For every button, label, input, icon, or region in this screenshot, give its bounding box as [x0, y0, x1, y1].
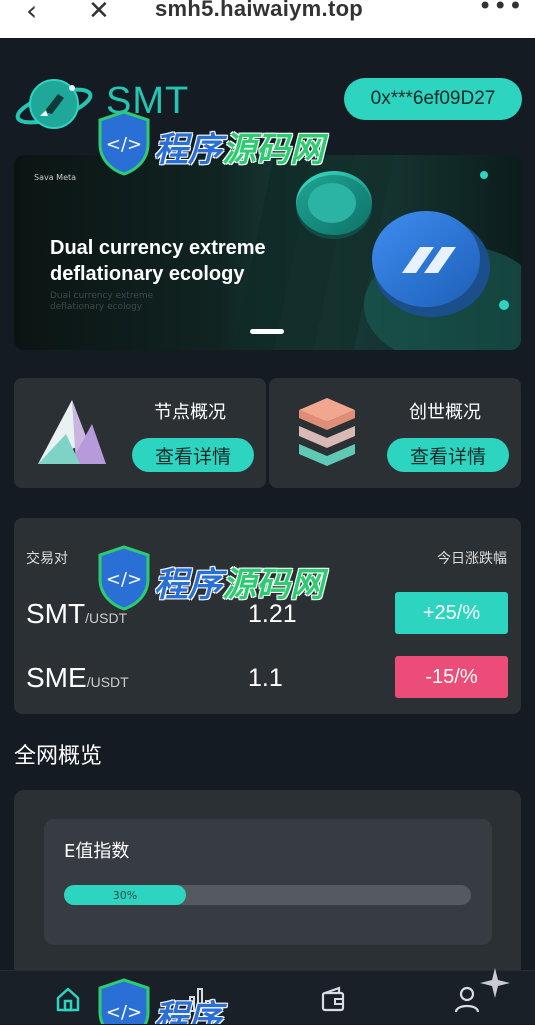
- overview-cards: 节点概况 查看详情 创世概况 查看详情: [14, 378, 521, 488]
- carousel-indicator[interactable]: [250, 329, 284, 334]
- close-icon[interactable]: ✕: [88, 0, 110, 26]
- mountain-icon: [38, 400, 106, 464]
- layers-icon: [299, 398, 355, 466]
- user-icon: [454, 986, 480, 1013]
- pair-row[interactable]: SME/USDT 1.1 -15/%: [14, 656, 521, 700]
- pair-price: 1.21: [248, 600, 297, 628]
- tab-home[interactable]: [48, 985, 88, 1025]
- planet-logo-icon: [15, 79, 93, 129]
- pair-row[interactable]: SMT/USDT 1.21 +25/%: [14, 592, 521, 636]
- home-icon: [56, 987, 80, 1012]
- header: SMT 0x***6ef09D27: [0, 38, 535, 148]
- genesis-details-button[interactable]: 查看详情: [387, 438, 509, 472]
- banner-subtitle: Dual currency extreme deflationary ecolo…: [50, 291, 153, 313]
- url-text[interactable]: smh5.haiwaiym.top: [155, 0, 363, 22]
- sparkle-icon: [480, 968, 510, 998]
- brand-title: SMT: [106, 80, 190, 122]
- banner-title-line2: deflationary ecology: [50, 263, 245, 285]
- network-overview-panel: E值指数 30%: [14, 790, 521, 990]
- progress-text: 30%: [112, 888, 138, 902]
- promo-banner[interactable]: Sava Meta Dual currency extreme deflatio…: [14, 155, 521, 350]
- pair-quote: /USDT: [85, 610, 128, 626]
- banner-title: Dual currency extreme deflationary ecolo…: [50, 235, 266, 287]
- trading-pairs-panel: 交易对 今日涨跌幅 SMT/USDT 1.21 +25/% SME/USDT 1…: [14, 518, 521, 714]
- more-icon[interactable]: •••: [478, 0, 523, 20]
- e-index-card: E值指数 30%: [44, 819, 492, 945]
- change-header-label: 今日涨跌幅: [437, 551, 507, 567]
- banner-title-line1: Dual currency extreme: [50, 237, 266, 259]
- node-overview-card: 节点概况 查看详情: [14, 378, 266, 488]
- pair-base: SME: [26, 662, 87, 693]
- e-index-label: E值指数: [64, 841, 130, 862]
- wallet-address-button[interactable]: 0x***6ef09D27: [344, 78, 522, 120]
- banner-subtitle-line2: deflationary ecology: [50, 302, 143, 312]
- tab-wallet[interactable]: [313, 985, 353, 1025]
- genesis-overview-card: 创世概况 查看详情: [269, 378, 521, 488]
- back-icon[interactable]: ‹: [26, 0, 37, 27]
- change-badge: -15/%: [395, 656, 508, 698]
- wallet-icon: [321, 986, 345, 1012]
- pair-symbol: SMT/USDT: [26, 598, 127, 630]
- chart-icon: [189, 988, 211, 1012]
- network-overview-title: 全网概览: [14, 744, 103, 769]
- pair-quote: /USDT: [86, 674, 129, 690]
- pair-base: SMT: [26, 598, 86, 629]
- node-overview-title: 节点概况: [154, 402, 226, 423]
- bottom-tab-bar: [0, 970, 535, 1024]
- browser-bar: ‹ ✕ smh5.haiwaiym.top •••: [0, 0, 535, 38]
- pair-symbol: SME/USDT: [26, 662, 129, 694]
- pairs-header-label: 交易对: [26, 551, 68, 567]
- tab-market[interactable]: [180, 985, 220, 1025]
- banner-subtitle-line1: Dual currency extreme: [50, 291, 154, 301]
- node-details-button[interactable]: 查看详情: [132, 438, 254, 472]
- pair-price: 1.1: [248, 664, 283, 692]
- genesis-overview-title: 创世概况: [409, 402, 481, 423]
- e-index-progress: 30%: [64, 885, 471, 905]
- change-badge: +25/%: [395, 592, 508, 634]
- banner-brand-text: Sava Meta: [34, 173, 77, 182]
